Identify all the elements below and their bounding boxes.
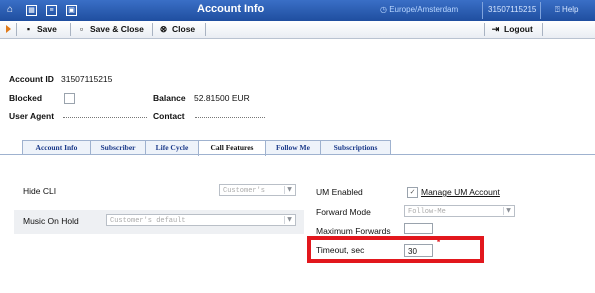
user-agent-label: User Agent <box>9 111 55 121</box>
chevron-down-icon: ▼ <box>284 216 294 224</box>
forward-mode-select[interactable]: Follow-Me ▼ <box>404 205 515 217</box>
music-on-hold-select[interactable]: Customer's default ▼ <box>106 214 296 226</box>
divider <box>152 23 153 36</box>
floppy-disk-icon: ▫ <box>79 24 84 34</box>
save-button[interactable]: ▪ Save <box>23 21 57 38</box>
timeout-label: Timeout, sec <box>316 245 365 255</box>
clock-icon: ◷ <box>380 5 387 14</box>
account-number-link[interactable]: 31507115215 <box>488 5 536 14</box>
forward-mode-label: Forward Mode <box>316 207 371 217</box>
chevron-down-icon: ▼ <box>284 186 294 194</box>
balance-label: Balance <box>153 93 186 103</box>
help-icon: ⍰ <box>555 5 560 14</box>
music-on-hold-label: Music On Hold <box>23 216 79 226</box>
tab-bar-divider <box>0 154 595 155</box>
close-label: Close <box>172 24 196 34</box>
forward-mode-selected: Follow-Me <box>408 208 446 216</box>
title-bar: ⌂ ▦ ≡ ▣ Account Info ◷ Europe/Amsterdam … <box>0 0 595 21</box>
divider <box>482 2 483 19</box>
home-icon[interactable]: ⌂ <box>4 4 16 16</box>
close-icon: ⊗ <box>159 24 168 34</box>
timeout-input[interactable]: 30 <box>404 244 433 257</box>
save-label: Save <box>37 24 57 34</box>
logout-label: Logout <box>504 24 533 34</box>
blocked-label: Blocked <box>9 93 43 103</box>
divider <box>70 23 71 36</box>
maximum-forwards-input[interactable] <box>404 223 433 234</box>
logout-icon: ⇥ <box>491 24 500 34</box>
required-indicator: * <box>437 238 441 247</box>
hide-cli-label: Hide CLI <box>23 186 57 196</box>
floppy-disk-icon: ▪ <box>26 24 31 34</box>
contact-empty-value <box>195 117 265 118</box>
divider <box>205 23 206 36</box>
balance-value: 52.81500 EUR <box>194 93 250 103</box>
tab-life-cycle[interactable]: Life Cycle <box>145 140 199 155</box>
divider <box>484 23 485 36</box>
back-arrow-icon[interactable] <box>6 25 11 33</box>
account-id-value: 31507115215 <box>61 74 113 84</box>
tab-subscriber[interactable]: Subscriber <box>90 140 146 155</box>
timezone-link[interactable]: ◷ Europe/Amsterdam <box>380 5 458 14</box>
contact-label: Contact <box>153 111 185 121</box>
close-button[interactable]: ⊗ Close <box>158 21 195 38</box>
account-id-label: Account ID <box>9 74 54 84</box>
hide-cli-selected: Customer's <box>223 187 266 195</box>
help-label: Help <box>562 5 579 14</box>
divider <box>16 23 17 36</box>
um-enabled-checkbox[interactable]: ✓ <box>407 187 418 198</box>
maximum-forwards-label: Maximum Forwards <box>316 226 391 236</box>
toolbar: ▪ Save ▫ Save & Close ⊗ Close ⇥ Logout <box>0 21 595 39</box>
save-close-button[interactable]: ▫ Save & Close <box>76 21 144 38</box>
user-agent-empty-value <box>63 117 147 118</box>
um-enabled-label: UM Enabled <box>316 187 363 197</box>
tab-subscriptions[interactable]: Subscriptions <box>320 140 391 155</box>
manage-um-account-link[interactable]: Manage UM Account <box>421 187 500 197</box>
timezone-label: Europe/Amsterdam <box>389 5 459 14</box>
tab-follow-me[interactable]: Follow Me <box>265 140 321 155</box>
save-close-label: Save & Close <box>90 24 144 34</box>
chevron-down-icon: ▼ <box>503 207 513 215</box>
list-icon[interactable]: ≡ <box>46 5 57 16</box>
window-icon[interactable]: ▣ <box>66 5 77 16</box>
grid-icon[interactable]: ▦ <box>26 5 37 16</box>
divider <box>540 2 541 19</box>
page-title: Account Info <box>197 3 265 15</box>
tab-account-info[interactable]: Account Info <box>22 140 91 155</box>
blocked-checkbox[interactable] <box>64 93 75 104</box>
divider <box>542 23 543 36</box>
help-link[interactable]: ⍰ Help <box>555 5 579 15</box>
hide-cli-select[interactable]: Customer's ▼ <box>219 184 296 196</box>
logout-button[interactable]: ⇥ Logout <box>490 21 533 38</box>
music-on-hold-selected: Customer's default <box>110 217 186 225</box>
